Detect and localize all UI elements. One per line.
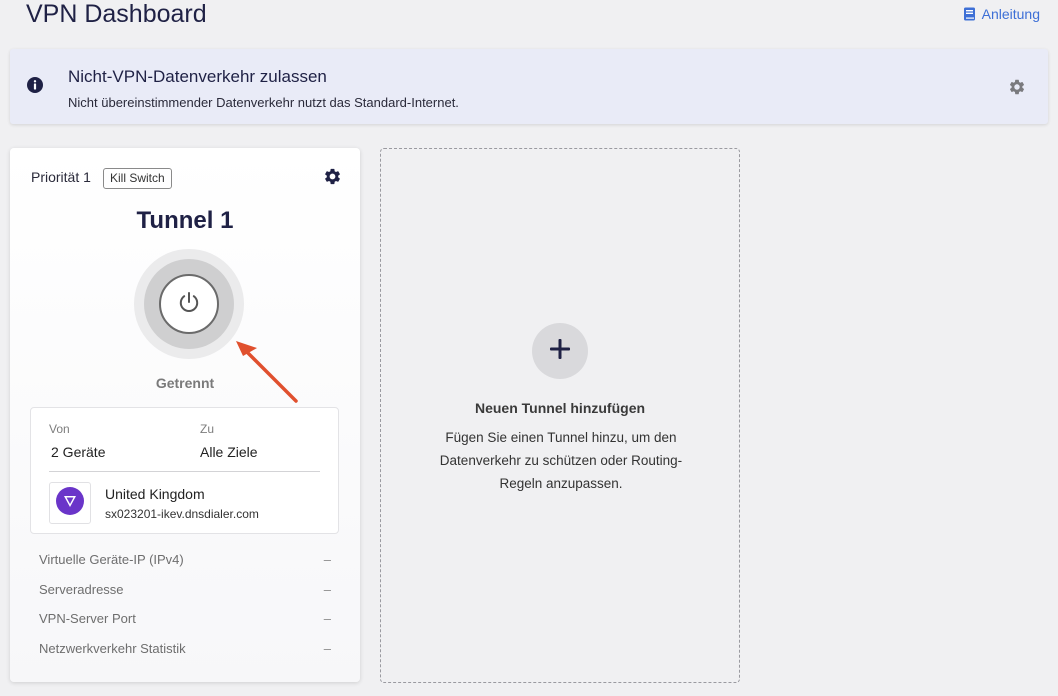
connection-status: Getrennt: [155, 375, 215, 391]
stat-value: –: [323, 611, 331, 626]
tunnel-name: Tunnel 1: [136, 207, 234, 234]
tunnel-card: Priorität 1 Kill Switch Tunnel 1 Getrenn…: [10, 148, 360, 682]
plus-icon: [549, 338, 571, 365]
stat-row-server-address: Serveradresse –: [39, 582, 331, 600]
gear-icon[interactable]: [1008, 78, 1026, 101]
from-label: Von: [49, 422, 70, 436]
power-icon: [176, 289, 202, 320]
from-value: 2 Geräte: [51, 444, 106, 460]
add-tunnel-title: Neuen Tunnel hinzufügen: [474, 400, 646, 416]
power-button-ring: [134, 249, 244, 359]
to-label: Zu: [200, 422, 215, 436]
book-icon: [963, 7, 976, 21]
stat-value: –: [323, 552, 331, 567]
gear-icon[interactable]: [323, 167, 342, 191]
divider: [49, 471, 320, 472]
page-title: VPN Dashboard: [26, 0, 207, 28]
priority-label: Priorität 1: [31, 169, 91, 185]
banner-subtitle: Nicht übereinstimmender Datenverkehr nut…: [68, 95, 459, 110]
stat-label: VPN-Server Port: [39, 611, 136, 626]
stat-row-virtual-ip: Virtuelle Geräte-IP (IPv4) –: [39, 552, 331, 570]
server-provider-logo: [49, 482, 91, 524]
non-vpn-traffic-banner: Nicht-VPN-Datenverkehr zulassen Nicht üb…: [10, 49, 1048, 124]
server-hostname: sx023201-ikev.dnsdialer.com: [105, 507, 259, 521]
power-button-halo: [144, 259, 234, 349]
guide-link[interactable]: Anleitung: [963, 6, 1040, 22]
stat-label: Serveradresse: [39, 582, 124, 597]
stat-row-server-port: VPN-Server Port –: [39, 611, 331, 629]
stat-row-traffic-stats: Netzwerkverkehr Statistik –: [39, 641, 331, 659]
kill-switch-badge: Kill Switch: [103, 168, 172, 189]
add-tunnel-description: Fügen Sie einen Tunnel hinzu, um den Dat…: [439, 430, 683, 491]
stat-value: –: [323, 641, 331, 656]
stat-label: Netzwerkverkehr Statistik: [39, 641, 186, 656]
add-tunnel-card[interactable]: Neuen Tunnel hinzufügen Fügen Sie einen …: [380, 148, 740, 683]
banner-title: Nicht-VPN-Datenverkehr zulassen: [68, 67, 327, 86]
stat-value: –: [323, 582, 331, 597]
add-tunnel-button[interactable]: [532, 323, 588, 379]
stat-label: Virtuelle Geräte-IP (IPv4): [39, 552, 184, 567]
power-button[interactable]: [159, 274, 219, 334]
shield-logo-icon: [55, 486, 85, 521]
to-value: Alle Ziele: [200, 444, 258, 460]
route-box: Von 2 Geräte Zu Alle Ziele United Kingdo…: [30, 407, 339, 534]
server-country: United Kingdom: [105, 486, 205, 502]
info-icon: [27, 77, 43, 98]
guide-link-label[interactable]: Anleitung: [982, 6, 1040, 22]
